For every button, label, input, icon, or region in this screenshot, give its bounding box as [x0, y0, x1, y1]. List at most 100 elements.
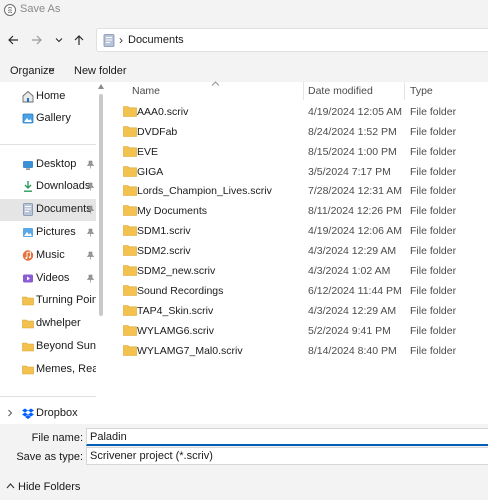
sidebar-item-label: Turning Point — [36, 294, 96, 306]
scrollbar-thumb[interactable] — [99, 94, 103, 316]
forward-button[interactable] — [28, 32, 46, 48]
sidebar-item-downloads[interactable]: Downloads — [0, 176, 96, 198]
navigation-pane-scrollbar[interactable] — [97, 82, 105, 424]
column-divider[interactable] — [404, 82, 405, 100]
address-bar[interactable]: › Documents — [96, 28, 488, 52]
sort-ascending-icon — [211, 81, 220, 86]
download-icon — [24, 181, 32, 192]
column-header-date-modified[interactable]: Date modified — [308, 85, 373, 97]
folder-icon — [123, 285, 137, 296]
folder-icon — [22, 296, 34, 306]
dialog-footer: Hide Folders — [0, 472, 488, 500]
file-date: 8/15/2024 1:00 PM — [308, 146, 397, 158]
new-folder-button[interactable]: New folder — [74, 65, 127, 77]
folder-icon — [123, 185, 137, 196]
file-type: File folder — [410, 265, 457, 277]
file-type: File folder — [410, 166, 457, 178]
list-item[interactable]: GIGA 3/5/2024 7:17 PM File folder — [106, 162, 488, 182]
file-name: DVDFab — [137, 126, 178, 138]
chevron-right-icon[interactable] — [6, 409, 14, 417]
pin-icon — [86, 274, 95, 283]
pin-icon — [86, 251, 95, 260]
file-type: File folder — [410, 185, 457, 197]
up-button[interactable] — [70, 32, 88, 48]
sidebar-item-dwhelper[interactable]: dwhelper — [0, 313, 96, 335]
folder-icon — [123, 106, 137, 117]
file-type: File folder — [410, 245, 457, 257]
file-type: File folder — [410, 305, 457, 317]
save-as-type-select[interactable]: Scrivener project (*.scriv) — [86, 447, 488, 465]
file-type: File folder — [410, 205, 457, 217]
file-name: SDM2_new.scriv — [137, 265, 216, 277]
list-item[interactable]: TAP4_Skin.scriv 4/3/2024 12:29 AM File f… — [106, 301, 488, 321]
back-button[interactable] — [4, 32, 22, 48]
arrow-left-icon — [8, 35, 18, 45]
breadcrumb-separator-icon: › — [119, 33, 123, 47]
sidebar-item-home[interactable]: Home — [0, 86, 96, 108]
arrow-up-icon — [74, 35, 84, 45]
file-type: File folder — [410, 345, 457, 357]
file-date: 4/3/2024 1:02 AM — [308, 265, 391, 277]
sidebar-item-music[interactable]: Music — [0, 245, 96, 267]
breadcrumb-documents[interactable]: Documents — [128, 34, 184, 46]
sidebar-item-gallery[interactable]: Gallery — [0, 108, 96, 130]
folder-icon — [123, 225, 137, 236]
window-title: Save As — [20, 3, 61, 15]
hide-folders-button[interactable]: Hide Folders — [18, 481, 80, 493]
sidebar-item-videos[interactable]: Videos — [0, 268, 96, 290]
file-name: Lords_Champion_Lives.scriv — [137, 185, 272, 197]
sidebar-item-dropbox[interactable]: Dropbox — [0, 403, 96, 425]
chevron-up-icon — [6, 483, 15, 489]
column-divider[interactable] — [303, 82, 304, 100]
column-header-type[interactable]: Type — [410, 85, 433, 97]
sidebar-item-label: Beyond Sunset ( — [36, 340, 96, 352]
sidebar-item-memes-reactions[interactable]: Memes, Reactio — [0, 359, 96, 381]
list-item[interactable]: My Documents 8/11/2024 12:26 PM File fol… — [106, 201, 488, 221]
sidebar-item-label: dwhelper — [36, 317, 81, 329]
file-date: 7/28/2024 12:31 AM — [308, 185, 402, 197]
file-name: WYLAMG7_Mal0.scriv — [137, 345, 243, 357]
file-name: TAP4_Skin.scriv — [137, 305, 214, 317]
file-name: WYLAMG6.scriv — [137, 325, 215, 337]
list-item[interactable]: DVDFab 8/24/2024 1:52 PM File folder — [106, 122, 488, 142]
sidebar-item-desktop[interactable]: Desktop — [0, 154, 96, 176]
list-item[interactable]: SDM1.scriv 4/19/2024 12:06 AM File folde… — [106, 221, 488, 241]
sidebar-item-turning-point[interactable]: Turning Point — [0, 290, 96, 312]
list-item[interactable]: Lords_Champion_Lives.scriv 7/28/2024 12:… — [106, 181, 488, 201]
list-item[interactable]: SDM2_new.scriv 4/3/2024 1:02 AM File fol… — [106, 261, 488, 281]
sidebar-divider — [0, 144, 96, 145]
list-item[interactable]: WYLAMG7_Mal0.scriv 8/14/2024 8:40 PM Fil… — [106, 341, 488, 361]
folder-icon — [123, 265, 137, 276]
sidebar-item-documents[interactable]: Documents — [0, 199, 96, 221]
column-header-name[interactable]: Name — [132, 85, 160, 97]
folder-icon — [22, 319, 34, 329]
folder-icon — [123, 345, 137, 356]
folder-icon — [123, 325, 137, 336]
command-bar: Organize New folder — [0, 60, 488, 82]
home-icon — [22, 90, 34, 103]
title-bar: Save As — [0, 0, 488, 20]
list-item[interactable]: Sound Recordings 6/12/2024 11:44 PM File… — [106, 281, 488, 301]
file-date: 8/11/2024 12:26 PM — [308, 205, 402, 217]
sidebar-item-beyond-sunset[interactable]: Beyond Sunset ( — [0, 336, 96, 358]
file-type: File folder — [410, 146, 457, 158]
recent-locations-button[interactable] — [50, 32, 68, 48]
documents-icon — [23, 203, 33, 216]
file-date: 4/19/2024 12:05 AM — [308, 106, 402, 118]
file-date: 4/19/2024 12:06 AM — [308, 225, 402, 237]
list-item[interactable]: EVE 8/15/2024 1:00 PM File folder — [106, 142, 488, 162]
list-item[interactable]: SDM2.scriv 4/3/2024 12:29 AM File folder — [106, 241, 488, 261]
file-name-input[interactable] — [86, 428, 488, 446]
file-name: Sound Recordings — [137, 285, 224, 297]
file-type: File folder — [410, 225, 457, 237]
list-item[interactable]: WYLAMG6.scriv 5/2/2024 9:41 PM File fold… — [106, 321, 488, 341]
chevron-down-icon — [48, 67, 55, 72]
scroll-up-icon[interactable] — [98, 84, 104, 89]
list-item[interactable]: AAA0.scriv 4/19/2024 12:05 AM File folde… — [106, 102, 488, 122]
file-date: 4/3/2024 12:29 AM — [308, 245, 397, 257]
sidebar-item-pictures[interactable]: Pictures — [0, 222, 96, 244]
folder-icon — [22, 365, 34, 375]
folder-icon — [123, 146, 137, 157]
file-name: My Documents — [137, 205, 208, 217]
gallery-icon — [22, 113, 34, 124]
